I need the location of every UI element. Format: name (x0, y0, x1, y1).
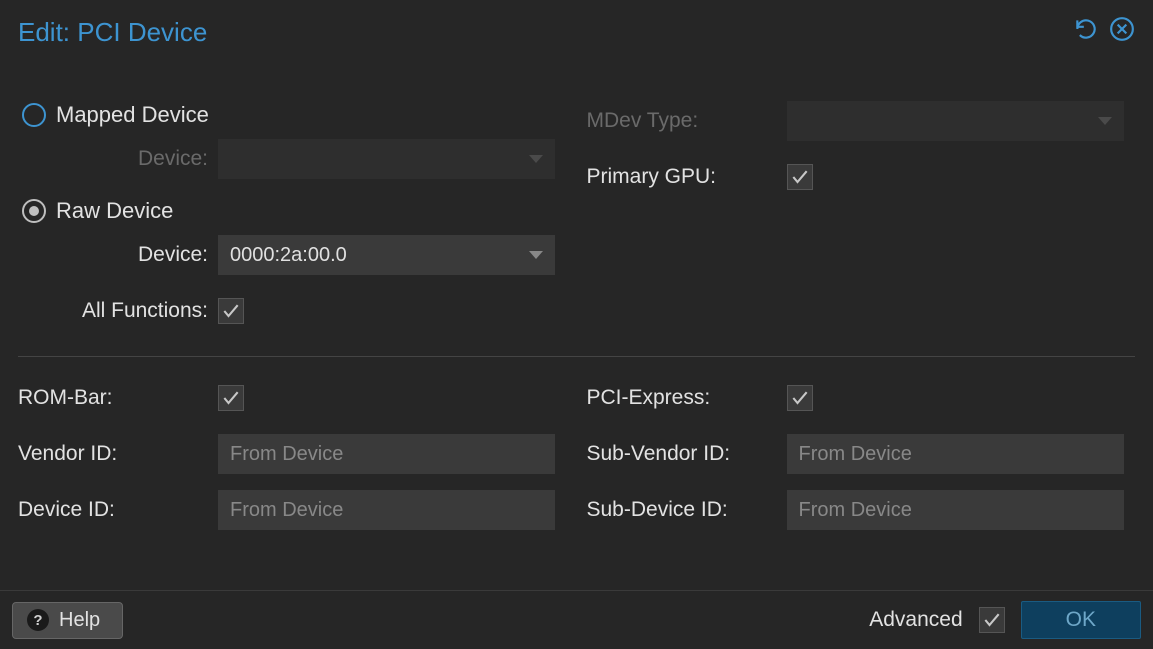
primary-gpu-checkbox[interactable] (787, 164, 813, 190)
pci-express-row: PCI-Express: (587, 377, 1136, 419)
advanced-right: PCI-Express: Sub-Vendor ID: Sub-Device I… (587, 377, 1136, 545)
device-id-input[interactable] (218, 490, 555, 530)
all-functions-row: All Functions: (18, 290, 567, 332)
mapped-device-row: Mapped Device (18, 102, 567, 128)
raw-device-select-row: Device: 0000:2a:00.0 (18, 234, 567, 276)
sub-vendor-id-input[interactable] (787, 434, 1124, 474)
help-button-label: Help (59, 609, 100, 632)
raw-device-select[interactable]: 0000:2a:00.0 (218, 235, 555, 275)
vendor-id-input[interactable] (218, 434, 555, 474)
advanced-toggle-label: Advanced (869, 608, 962, 632)
all-functions-checkbox[interactable] (218, 298, 244, 324)
rom-bar-label: ROM-Bar: (18, 386, 218, 410)
sub-vendor-id-row: Sub-Vendor ID: (587, 433, 1136, 475)
mdev-type-row: MDev Type: (587, 100, 1136, 142)
ok-button[interactable]: OK (1021, 601, 1141, 639)
advanced-toggle-checkbox[interactable] (979, 607, 1005, 633)
rom-bar-checkbox[interactable] (218, 385, 244, 411)
primary-gpu-row: Primary GPU: (587, 156, 1136, 198)
raw-device-label: Raw Device (56, 198, 173, 224)
dialog-content: Mapped Device Device: Raw Device Device: (0, 60, 1153, 590)
divider (18, 356, 1135, 357)
primary-gpu-label: Primary GPU: (587, 165, 787, 189)
device-id-row: Device ID: (18, 489, 567, 531)
chevron-down-icon (1098, 117, 1112, 125)
sub-device-id-input[interactable] (787, 490, 1124, 530)
right-column-top: MDev Type: Primary GPU: (587, 100, 1136, 346)
mapped-device-select-row: Device: (18, 138, 567, 180)
all-functions-label: All Functions: (18, 299, 218, 323)
mapped-device-radio[interactable] (22, 103, 46, 127)
mapped-device-select (218, 139, 555, 179)
left-column: Mapped Device Device: Raw Device Device: (18, 100, 567, 346)
sub-device-id-row: Sub-Device ID: (587, 489, 1136, 531)
footer-right: Advanced OK (869, 601, 1141, 639)
rom-bar-row: ROM-Bar: (18, 377, 567, 419)
device-id-label: Device ID: (18, 498, 218, 522)
footer: ? Help Advanced OK (0, 590, 1153, 649)
pci-express-label: PCI-Express: (587, 386, 787, 410)
close-icon[interactable] (1109, 16, 1135, 48)
raw-device-radio[interactable] (22, 199, 46, 223)
mdev-type-label: MDev Type: (587, 109, 787, 133)
pci-express-checkbox[interactable] (787, 385, 813, 411)
title-controls (1073, 16, 1135, 48)
titlebar: Edit: PCI Device (0, 0, 1153, 60)
advanced-left: ROM-Bar: Vendor ID: Device ID: (18, 377, 567, 545)
dialog-title: Edit: PCI Device (18, 17, 207, 48)
raw-device-row: Raw Device (18, 198, 567, 224)
mdev-type-select (787, 101, 1124, 141)
chevron-down-icon (529, 155, 543, 163)
sub-vendor-id-label: Sub-Vendor ID: (587, 442, 787, 466)
help-icon: ? (27, 609, 49, 631)
reset-icon[interactable] (1073, 16, 1099, 48)
raw-device-select-value: 0000:2a:00.0 (230, 244, 347, 267)
help-button[interactable]: ? Help (12, 602, 123, 639)
raw-device-select-label: Device: (18, 243, 218, 267)
chevron-down-icon (529, 251, 543, 259)
vendor-id-label: Vendor ID: (18, 442, 218, 466)
vendor-id-row: Vendor ID: (18, 433, 567, 475)
mapped-device-label: Mapped Device (56, 102, 209, 128)
sub-device-id-label: Sub-Device ID: (587, 498, 787, 522)
mapped-device-select-label: Device: (18, 147, 218, 171)
